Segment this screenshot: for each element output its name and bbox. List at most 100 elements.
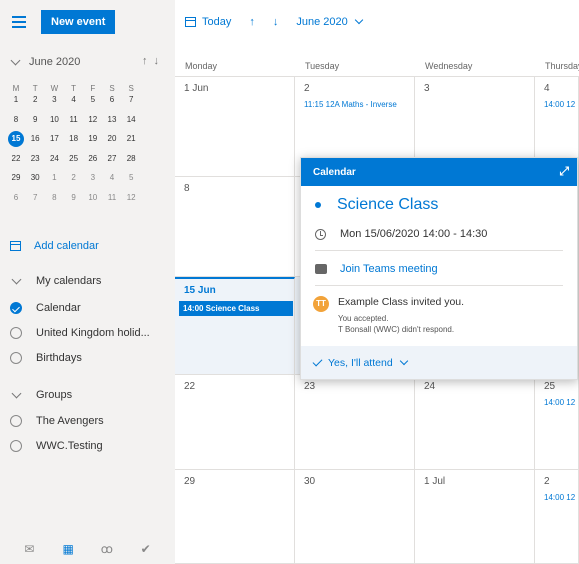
radio-icon[interactable]: [10, 415, 22, 427]
radio-icon[interactable]: [10, 352, 22, 364]
day-cell[interactable]: 23: [295, 375, 415, 470]
my-calendars-header[interactable]: My calendars: [0, 270, 175, 292]
day-cell[interactable]: 29: [175, 470, 295, 564]
mini-day[interactable]: 5: [123, 170, 139, 186]
mini-day[interactable]: 11: [104, 190, 120, 206]
day-headers: Monday Tuesday Wednesday Thursday: [175, 55, 579, 77]
teams-meeting-row: Join Teams meeting: [315, 263, 438, 275]
calendar-event[interactable]: 14:00 12: [544, 493, 575, 502]
mini-day[interactable]: 9: [66, 190, 82, 206]
group-item-avengers[interactable]: The Avengers: [0, 410, 175, 432]
mini-day[interactable]: 23: [27, 151, 43, 167]
day-cell[interactable]: 15 Jun 14:00 Science Class: [175, 277, 295, 375]
day-number: 1 Jul: [424, 476, 446, 487]
calendar-event[interactable]: 14:00 12: [544, 398, 575, 407]
avatar: TT: [313, 296, 329, 312]
checked-icon[interactable]: [10, 302, 22, 314]
expand-icon[interactable]: ⤢: [559, 164, 569, 179]
day-number: 30: [304, 476, 316, 487]
mini-day[interactable]: 7: [123, 92, 139, 108]
calendar-item-uk-holidays[interactable]: United Kingdom holid...: [0, 322, 175, 344]
people-icon[interactable]: ꝏ: [97, 542, 117, 556]
hamburger-menu-icon[interactable]: [12, 16, 26, 28]
mini-day[interactable]: 14: [123, 112, 139, 128]
previous-arrow-icon[interactable]: ↑: [249, 16, 255, 28]
mail-icon[interactable]: ✉: [19, 542, 39, 556]
mini-day[interactable]: 13: [104, 112, 120, 128]
mini-day[interactable]: 20: [104, 131, 120, 147]
calendar-icon[interactable]: ▦: [58, 542, 78, 556]
mini-day[interactable]: 4: [104, 170, 120, 186]
mini-day[interactable]: 29: [8, 170, 24, 186]
mini-day[interactable]: 8: [8, 112, 24, 128]
today-button[interactable]: Today: [185, 16, 231, 28]
mini-day[interactable]: 17: [46, 131, 62, 147]
month-selector[interactable]: June 2020: [296, 15, 363, 28]
add-calendar-button[interactable]: Add calendar: [0, 235, 175, 257]
left-header: New event: [0, 0, 175, 44]
mini-day[interactable]: 26: [85, 151, 101, 167]
mini-nav-arrows[interactable]: ↑↓: [142, 55, 165, 67]
day-cell[interactable]: 2 14:00 12: [535, 470, 579, 564]
mini-day[interactable]: 4: [66, 92, 82, 108]
left-footer: ✉ ▦ ꝏ ✔: [0, 534, 175, 564]
join-teams-link[interactable]: Join Teams meeting: [340, 263, 438, 275]
mini-day[interactable]: 15: [8, 131, 24, 147]
mini-day[interactable]: 12: [123, 190, 139, 206]
mini-month-label[interactable]: June 2020: [29, 56, 80, 68]
mini-day[interactable]: 3: [46, 92, 62, 108]
next-arrow-icon[interactable]: ↓: [273, 16, 279, 28]
mini-day[interactable]: 30: [27, 170, 43, 186]
calendar-item-calendar[interactable]: Calendar: [0, 297, 175, 319]
calendar-item-birthdays[interactable]: Birthdays: [0, 347, 175, 369]
mini-day[interactable]: 8: [46, 190, 62, 206]
mini-day[interactable]: 9: [27, 112, 43, 128]
day-cell[interactable]: 22: [175, 375, 295, 470]
day-cell[interactable]: 1 Jun: [175, 77, 295, 177]
check-icon: [312, 356, 323, 366]
chevron-down-icon[interactable]: [10, 55, 21, 65]
mini-day[interactable]: 5: [85, 92, 101, 108]
mini-day[interactable]: 1: [8, 92, 24, 108]
groups-header[interactable]: Groups: [0, 384, 175, 406]
event-title-text[interactable]: Science Class: [337, 196, 438, 214]
mini-day[interactable]: 6: [104, 92, 120, 108]
chevron-down-icon: [399, 356, 408, 365]
mini-day[interactable]: 12: [85, 112, 101, 128]
mini-day[interactable]: 11: [66, 112, 82, 128]
mini-day[interactable]: 2: [66, 170, 82, 186]
radio-icon[interactable]: [10, 440, 22, 452]
day-cell[interactable]: 8: [175, 177, 295, 277]
mini-day[interactable]: 19: [85, 131, 101, 147]
mini-day[interactable]: 7: [27, 190, 43, 206]
mini-day[interactable]: 3: [85, 170, 101, 186]
day-number: 25: [544, 381, 556, 392]
day-cell[interactable]: 30: [295, 470, 415, 564]
mini-day[interactable]: 27: [104, 151, 120, 167]
mini-day[interactable]: 1: [46, 170, 62, 186]
radio-icon[interactable]: [10, 327, 22, 339]
mini-day[interactable]: 21: [123, 131, 139, 147]
group-item-wwc-testing[interactable]: WWC.Testing: [0, 435, 175, 457]
mini-day[interactable]: 22: [8, 151, 24, 167]
day-cell[interactable]: 24: [415, 375, 535, 470]
day-number: 22: [184, 381, 196, 392]
calendar-event[interactable]: 11:15 12A Maths - Inverse: [304, 100, 397, 109]
mini-day[interactable]: 2: [27, 92, 43, 108]
mini-day[interactable]: 10: [46, 112, 62, 128]
mini-day[interactable]: 28: [123, 151, 139, 167]
day-cell[interactable]: 1 Jul: [415, 470, 535, 564]
mini-day[interactable]: 24: [46, 151, 62, 167]
mini-day[interactable]: 16: [27, 131, 43, 147]
mini-day[interactable]: 18: [66, 131, 82, 147]
calendar-event[interactable]: 14:00 Science Class: [179, 301, 293, 316]
day-number: 1 Jun: [184, 83, 209, 94]
day-cell[interactable]: 25 14:00 12: [535, 375, 579, 470]
mini-day[interactable]: 6: [8, 190, 24, 206]
mini-day[interactable]: 10: [85, 190, 101, 206]
rsvp-button[interactable]: Yes, I'll attend: [301, 346, 577, 379]
calendar-event[interactable]: 14:00 12: [544, 100, 575, 109]
tasks-icon[interactable]: ✔: [136, 542, 156, 556]
new-event-button[interactable]: New event: [41, 10, 116, 34]
mini-day[interactable]: 25: [66, 151, 82, 167]
